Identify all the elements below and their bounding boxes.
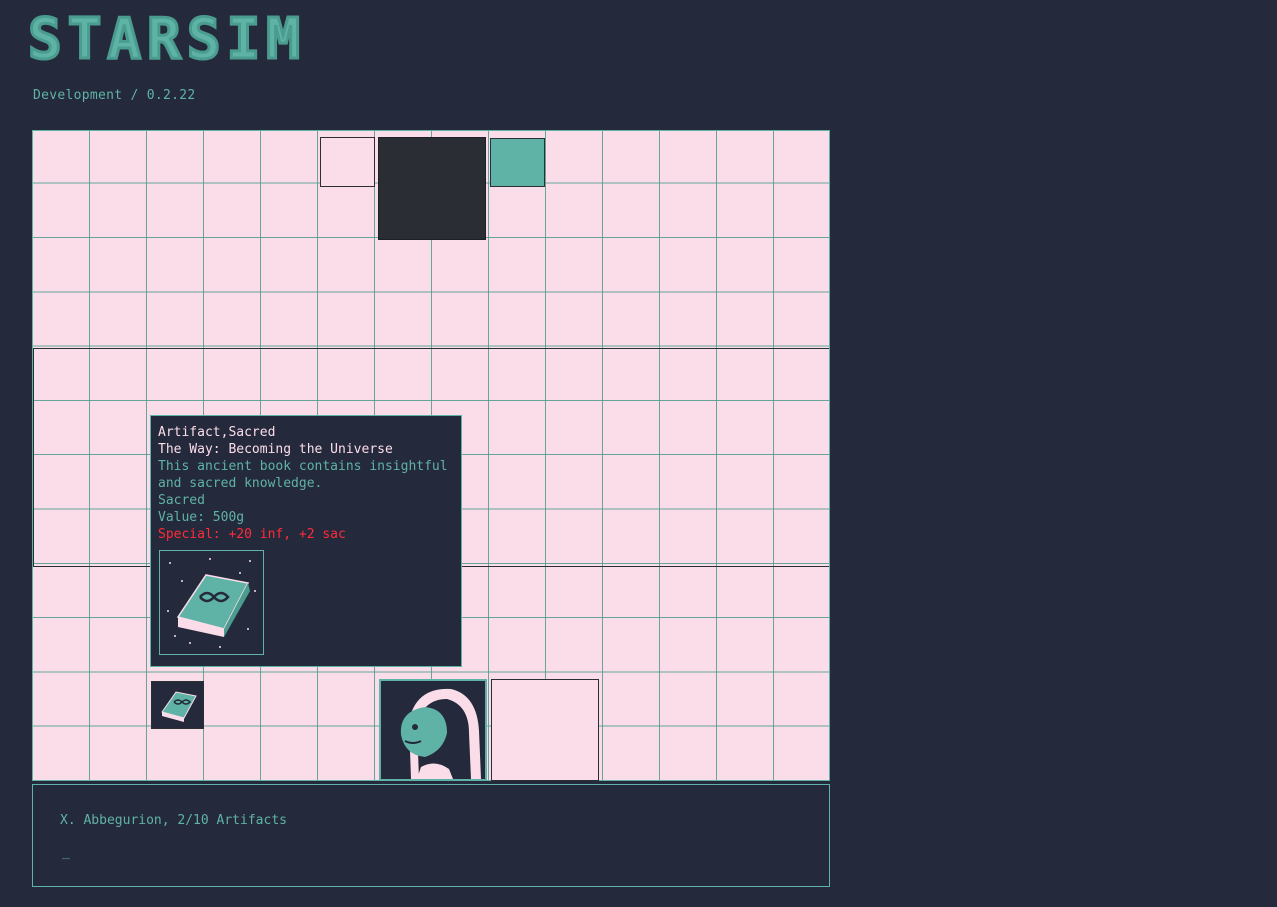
tooltip-description-line1: This ancient book contains insightful xyxy=(158,459,448,474)
logo-text: STARSIM xyxy=(28,10,306,68)
slot-dark[interactable] xyxy=(378,137,486,240)
slot-artifact-book[interactable] xyxy=(151,681,204,729)
slot-empty-large[interactable] xyxy=(491,679,599,781)
character-status: X. Abbegurion, 2/10 Artifacts xyxy=(60,813,287,828)
tooltip-name: The Way: Becoming the Universe xyxy=(158,442,393,457)
version-label: Development / 0.2.22 xyxy=(33,88,196,103)
tooltip-description-line2: and sacred knowledge. xyxy=(158,476,323,491)
hooded-alien-portrait-icon xyxy=(381,681,485,779)
slot-character-portrait[interactable] xyxy=(379,679,487,781)
tooltip-category: Sacred xyxy=(158,493,205,508)
item-tooltip: Artifact,Sacred The Way: Becoming the Un… xyxy=(150,415,462,667)
sacred-book-icon xyxy=(152,682,203,728)
tooltip-special: Special: +20 inf, +2 sac xyxy=(158,527,346,542)
status-panel: X. Abbegurion, 2/10 Artifacts _ xyxy=(32,784,830,887)
tooltip-type: Artifact,Sacred xyxy=(158,425,276,440)
slot-teal[interactable] xyxy=(490,138,545,187)
text-cursor: _ xyxy=(62,845,70,860)
tooltip-image xyxy=(159,550,264,655)
slot-empty-small[interactable] xyxy=(320,137,375,187)
sacred-book-icon xyxy=(160,551,263,654)
tooltip-value: Value: 500g xyxy=(158,510,245,525)
starsim-logo: STARSIM xyxy=(27,10,306,68)
